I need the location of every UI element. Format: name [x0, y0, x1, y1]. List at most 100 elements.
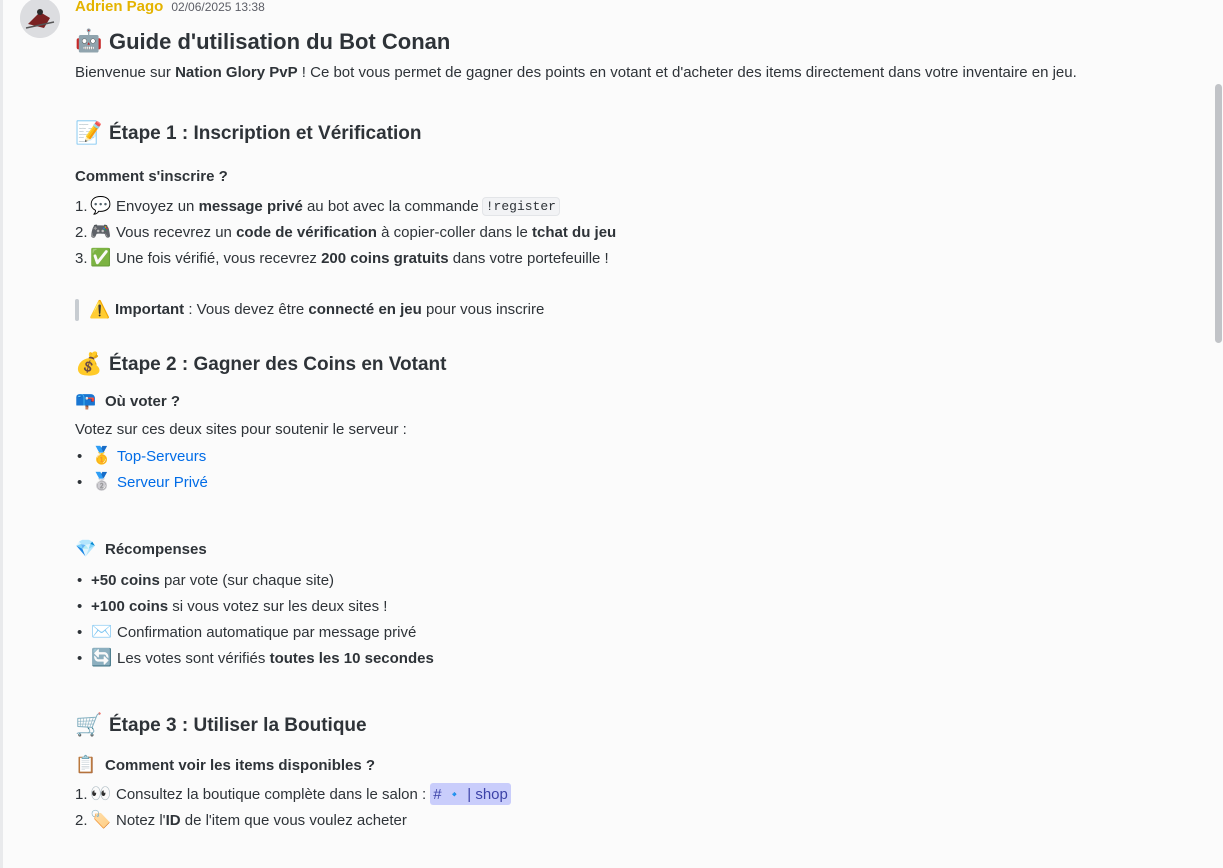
top-serveurs-link[interactable]: Top-Serveurs	[117, 448, 206, 465]
text: Une fois vérifié, vous recevrez	[116, 249, 322, 267]
bullet: •	[77, 649, 83, 667]
intro-after: ! Ce bot vous permet de gagner des point…	[297, 64, 1077, 81]
author-name[interactable]: Adrien Pago	[75, 0, 163, 15]
step1-subtitle-text: Comment s'inscrire ?	[75, 167, 228, 185]
bold-text: +50 coins	[91, 571, 160, 589]
shop-channel-mention[interactable]: # 🔹 | shop	[430, 783, 511, 805]
avatar-image	[20, 0, 60, 38]
step1-subtitle: Comment s'inscrire ?	[75, 164, 1195, 188]
speech-bubble-icon: 💬	[90, 196, 112, 216]
text: Consultez la boutique complète dans le s…	[116, 785, 427, 803]
gamepad-icon: 🎮	[90, 222, 112, 242]
intro-before: Bienvenue sur	[75, 64, 176, 81]
server-name: Nation Glory PvP	[175, 64, 298, 81]
step3-subheading: 📋 Comment voir les items disponibles ?	[75, 753, 1195, 777]
hash-icon: #	[433, 785, 442, 803]
step3-title: Étape 3 : Utiliser la Boutique	[109, 715, 367, 736]
bullet: •	[77, 571, 83, 589]
list-number: 1.	[75, 197, 88, 215]
important-note: ⚠️ Important : Vous devez être connecté …	[75, 297, 1195, 323]
scrollbar-thumb[interactable]	[1215, 84, 1222, 343]
text: pour vous inscrire	[421, 301, 545, 318]
step1-list: 1. 💬 Envoyez un message privé au bot ave…	[75, 193, 1195, 271]
bold-text: +100 coins	[91, 597, 169, 615]
text: : Vous devez être	[184, 301, 309, 318]
step1-heading: 📝 Étape 1 : Inscription et Vérification	[75, 119, 1195, 149]
bullet: •	[77, 623, 83, 641]
bullet: •	[77, 597, 83, 615]
rewards-title: Récompenses	[105, 540, 207, 558]
text: au bot avec la commande	[302, 197, 479, 215]
list-item: 2. 🎮 Vous recevrez un code de vérificati…	[75, 219, 1195, 245]
register-command[interactable]: !register	[481, 196, 560, 216]
text: si vous votez sur les deux sites !	[168, 597, 388, 615]
bold-text: 200 coins gratuits	[321, 249, 449, 267]
text: par vote (sur chaque site)	[159, 571, 335, 589]
message-header: Adrien Pago 02/06/2025 13:38	[75, 0, 1195, 18]
step1-title: Étape 1 : Inscription et Vérification	[109, 123, 422, 144]
guide-title: 🤖 Guide d'utilisation du Bot Conan	[75, 26, 1195, 58]
where-to-vote-title: Où voter ?	[105, 392, 181, 410]
text: Notez l'	[116, 811, 166, 829]
list-item: • 🥈 Serveur Privé	[75, 469, 1195, 495]
step2-title: Étape 2 : Gagner des Coins en Votant	[109, 354, 447, 375]
eyes-icon: 👀	[90, 784, 112, 804]
list-item: 3. ✅ Une fois vérifié, vous recevrez 200…	[75, 245, 1195, 271]
text: Confirmation automatique par message pri…	[117, 623, 417, 641]
list-item: • +50 coins par vote (sur chaque site)	[75, 567, 1195, 593]
gem-icon: 💎	[75, 539, 97, 559]
list-item: 1. 💬 Envoyez un message privé au bot ave…	[75, 193, 1195, 219]
vote-links-list: • 🥇 Top-Serveurs • 🥈 Serveur Privé	[75, 443, 1195, 495]
silver-medal-icon: 🥈	[91, 472, 113, 492]
refresh-icon: 🔄	[91, 648, 113, 668]
list-number: 3.	[75, 249, 88, 267]
avatar[interactable]	[20, 0, 60, 38]
bold-text: message privé	[198, 197, 303, 215]
rewards-heading: 💎 Récompenses	[75, 537, 1195, 561]
step3-heading: 🛒 Étape 3 : Utiliser la Boutique	[75, 711, 1195, 741]
list-number: 2.	[75, 223, 88, 241]
message: Adrien Pago 02/06/2025 13:38 🤖 Guide d'u…	[75, 0, 1195, 833]
robot-icon: 🤖	[75, 29, 103, 54]
channel-name: | shop	[467, 785, 508, 803]
guide-title-text: Guide d'utilisation du Bot Conan	[109, 29, 451, 54]
text: dans votre portefeuille !	[448, 249, 609, 267]
intro-text: Bienvenue sur Nation Glory PvP ! Ce bot …	[75, 60, 1195, 86]
quote-bar	[75, 299, 79, 321]
bold-text: code de vérification	[236, 223, 377, 241]
left-rail	[0, 0, 3, 868]
list-item: 2. 🏷️ Notez l' ID de l'item que vous voul…	[75, 807, 1195, 833]
bold-text: Important	[115, 301, 185, 318]
list-number: 1.	[75, 785, 88, 803]
list-item: • 🥇 Top-Serveurs	[75, 443, 1195, 469]
scrollbar-track[interactable]	[1215, 0, 1223, 868]
list-item: 1. 👀 Consultez la boutique complète dans…	[75, 781, 1195, 807]
step3-subtitle: Comment voir les items disponibles ?	[105, 756, 376, 774]
text: Envoyez un	[116, 197, 199, 215]
bold-text: tchat du jeu	[532, 223, 617, 241]
timestamp: 02/06/2025 13:38	[171, 0, 265, 14]
blue-diamond-icon: 🔹	[447, 788, 462, 801]
clipboard-icon: 📋	[75, 755, 97, 775]
memo-icon: 📝	[75, 121, 103, 146]
bold-text: connecté en jeu	[308, 301, 422, 318]
bold-text: ID	[165, 811, 181, 829]
where-to-vote-text: Votez sur ces deux sites pour soutenir l…	[75, 421, 407, 438]
where-to-vote-heading: 📪 Où voter ?	[75, 389, 1195, 413]
list-number: 2.	[75, 811, 88, 829]
label-tag-icon: 🏷️	[90, 810, 112, 830]
list-item: • 🔄 Les votes sont vérifiés toutes les 1…	[75, 645, 1195, 671]
shopping-cart-icon: 🛒	[75, 713, 103, 738]
text: Les votes sont vérifiés	[117, 649, 270, 667]
list-item: • +100 coins si vous votez sur les deux …	[75, 593, 1195, 619]
bold-text: toutes les 10 secondes	[269, 649, 434, 667]
warning-icon: ⚠️	[89, 300, 111, 320]
money-bag-icon: 💰	[75, 352, 103, 377]
serveur-prive-link[interactable]: Serveur Privé	[117, 474, 208, 491]
text: à copier-coller dans le	[376, 223, 533, 241]
check-mark-icon: ✅	[90, 248, 112, 268]
gold-medal-icon: 🥇	[91, 446, 113, 466]
step3-list: 1. 👀 Consultez la boutique complète dans…	[75, 781, 1195, 833]
rewards-list: • +50 coins par vote (sur chaque site) •…	[75, 567, 1195, 671]
step2-heading: 💰 Étape 2 : Gagner des Coins en Votant	[75, 350, 1195, 380]
